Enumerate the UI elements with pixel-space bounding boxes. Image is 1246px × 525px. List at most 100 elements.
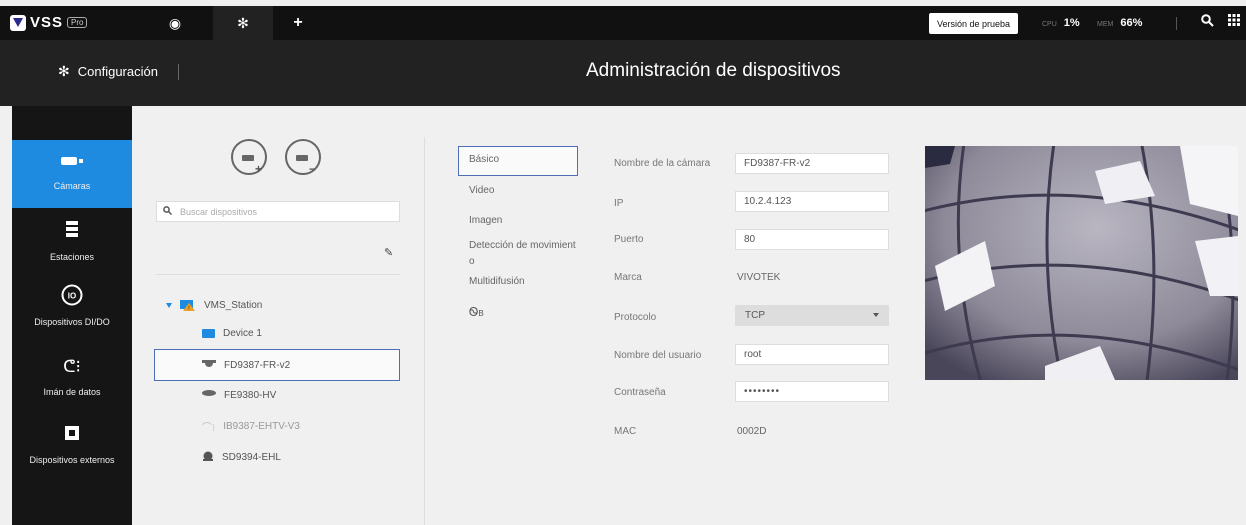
tab-live-view[interactable]: ◉	[145, 6, 205, 40]
external-device-icon	[65, 426, 79, 445]
brand-label: Marca	[614, 272, 642, 283]
sidebar-item-label: Estaciones	[49, 252, 95, 262]
ip-label: IP	[614, 198, 624, 209]
protocol-label: Protocolo	[614, 312, 657, 323]
plus-icon: +	[293, 14, 303, 31]
ip-field[interactable]: 10.2.4.123	[735, 191, 889, 212]
tree-item-label: FE9380-HV	[224, 390, 277, 401]
camera-icon	[61, 153, 83, 171]
divider	[156, 274, 400, 275]
port-field[interactable]: 80	[735, 229, 889, 250]
cpu-label: CPU	[1042, 21, 1057, 28]
folder-icon	[202, 329, 215, 338]
vivotek-logo-icon	[10, 14, 26, 31]
tree-item-camera-selected[interactable]: FD9387-FR-v2	[154, 349, 400, 381]
server-icon	[66, 221, 78, 242]
sidebar-item-label: Dispositivos externos	[29, 455, 115, 465]
sidebar-item-external-devices[interactable]: Dispositivos externos	[12, 426, 132, 465]
camera-name-field[interactable]: FD9387-FR-v2	[735, 153, 889, 174]
username-field[interactable]: root	[735, 344, 889, 365]
sidebar-item-di-do[interactable]: IO Dispositivos DI/DO	[12, 284, 132, 327]
add-camera-button[interactable]: +	[231, 139, 267, 176]
tab-image[interactable]: Imagen	[469, 215, 502, 226]
plus-icon: +	[254, 162, 262, 176]
page-title: Administración de dispositivos	[586, 60, 841, 81]
top-bar: VSS Pro ◉ ✻ + Versión de prueba CPU 1% M…	[0, 6, 1246, 40]
sidebar-item-cameras[interactable]: Cámaras	[12, 140, 132, 208]
device-search-input[interactable]: Buscar dispositivos	[156, 201, 400, 222]
sidebar-item-data-magnet[interactable]: ᕦ⁝ Imán de datos	[12, 357, 132, 397]
add-tab-button[interactable]: +	[268, 6, 328, 40]
tab-multicast[interactable]: Multidifusión	[469, 276, 525, 287]
sidebar-item-stations[interactable]: Estaciones	[12, 221, 132, 262]
fisheye-camera-icon	[202, 390, 216, 401]
divider	[424, 137, 425, 525]
tree-item-folder[interactable]: Device 1	[202, 328, 262, 339]
tab-settings[interactable]: ✻	[213, 6, 273, 40]
settings-gear-icon: ✻	[58, 63, 70, 79]
tab-basic[interactable]: Básico	[458, 146, 578, 176]
search-placeholder: Buscar dispositivos	[180, 206, 258, 217]
divider	[177, 63, 179, 80]
search-icon[interactable]	[1201, 14, 1214, 30]
mac-value: 0002D	[737, 426, 767, 437]
edit-pencil-icon[interactable]: ✎	[384, 246, 393, 259]
password-label: Contraseña	[614, 387, 666, 398]
dome-camera-icon	[202, 359, 216, 371]
memory-usage: MEM 66%	[1097, 17, 1142, 29]
logo-pro-badge: Pro	[67, 17, 88, 28]
left-sidebar: Cámaras Estaciones IO Dispositivos DI/DO…	[12, 106, 132, 525]
tab-extra[interactable]: ᏫB	[469, 305, 484, 320]
cpu-value: 1%	[1063, 17, 1080, 29]
tab-label: o	[469, 256, 475, 267]
search-icon	[163, 206, 173, 217]
tab-video[interactable]: Video	[469, 185, 494, 196]
expand-arrow-icon[interactable]	[166, 303, 172, 308]
divider	[1176, 17, 1177, 30]
tree-item-camera[interactable]: FE9380-HV	[202, 390, 276, 401]
tree-item-label: VMS_Station	[204, 300, 263, 311]
grid-menu-icon[interactable]	[1228, 14, 1240, 29]
station-icon: !	[180, 297, 196, 314]
trial-version-button[interactable]: Versión de prueba	[929, 13, 1019, 34]
camera-preview-image	[925, 146, 1238, 380]
tab-label: Básico	[469, 154, 500, 165]
mem-label: MEM	[1097, 21, 1114, 28]
sidebar-item-label: Cámaras	[53, 181, 91, 191]
configuration-breadcrumb[interactable]: ✻ Configuración	[58, 63, 179, 80]
protocol-value: TCP	[745, 310, 765, 321]
sidebar-item-label: Dispositivos DI/DO	[34, 317, 110, 327]
tree-item-camera[interactable]: SD9394-EHL	[202, 450, 281, 465]
protocol-select[interactable]: TCP	[735, 305, 889, 326]
minus-icon: −	[308, 162, 316, 176]
tree-item-camera[interactable]: ⌒⁝ IB9387-EHTV-V3	[202, 419, 300, 434]
tree-item-label: FD9387-FR-v2	[224, 359, 291, 371]
remove-camera-button[interactable]: −	[285, 139, 321, 176]
chevron-down-icon	[873, 313, 879, 317]
logo-text: VSS	[30, 14, 64, 31]
mem-value: 66%	[1120, 17, 1143, 29]
gear-icon: ✻	[237, 14, 249, 31]
ptz-camera-icon	[202, 450, 214, 465]
svg-text:IO: IO	[68, 292, 76, 301]
io-icon: IO	[61, 284, 83, 311]
password-field[interactable]: ••••••••	[735, 381, 889, 402]
tab-motion-detection[interactable]: Detección de movimient o	[469, 238, 576, 270]
tree-item-label: Device 1	[223, 328, 262, 339]
eye-icon: ◉	[168, 14, 182, 31]
port-label: Puerto	[614, 234, 644, 245]
sidebar-item-label: Imán de datos	[43, 387, 101, 397]
bullet-camera-icon: ⌒⁝	[202, 423, 216, 434]
section-label: Configuración	[77, 64, 158, 79]
vss-logo: VSS Pro	[10, 14, 88, 31]
link-icon: Ꮻ	[469, 305, 479, 319]
camera-icon	[242, 155, 254, 161]
page-header: ✻ Configuración Administración de dispos…	[0, 40, 1246, 106]
brand-value: VIVOTEK	[737, 272, 781, 283]
tree-item-station[interactable]: ! VMS_Station	[166, 297, 262, 314]
tab-extra-suffix: B	[478, 309, 484, 318]
tab-label: Detección de movimient	[469, 240, 576, 251]
tree-item-label: IB9387-EHTV-V3	[223, 421, 300, 432]
cpu-usage: CPU 1%	[1042, 17, 1080, 29]
camera-icon	[296, 155, 308, 161]
